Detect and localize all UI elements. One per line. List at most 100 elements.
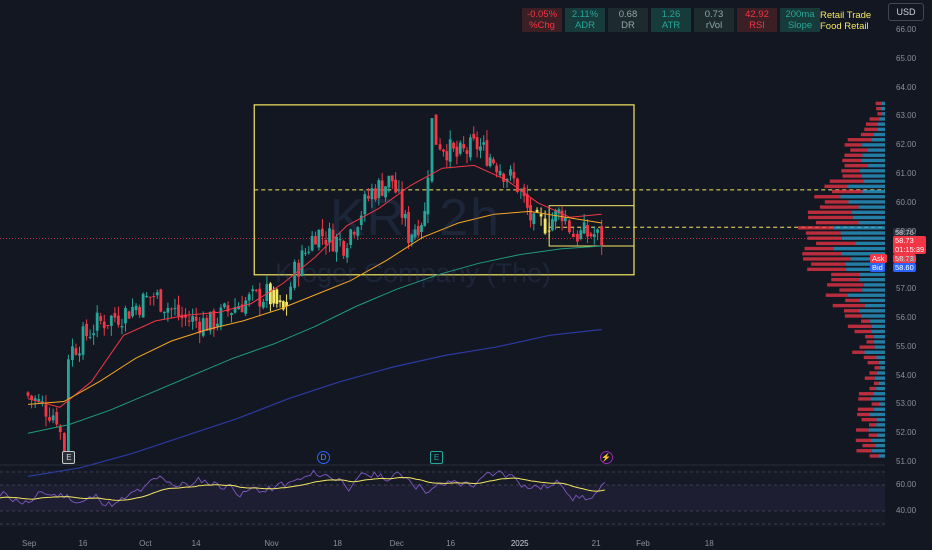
volume-profile-buy <box>874 376 885 380</box>
currency-button[interactable]: USD <box>888 3 924 21</box>
stat-value: -0.05% <box>526 9 558 20</box>
candle-body <box>592 234 596 237</box>
volume-profile-sell <box>852 350 865 354</box>
candle-body <box>532 213 536 225</box>
stat-label: %Chg <box>529 20 555 31</box>
candle-body <box>148 296 152 298</box>
volume-profile-buy <box>858 220 885 225</box>
volume-profile-sell <box>865 122 878 126</box>
volume-profile-buy <box>874 345 885 349</box>
candle-body <box>152 295 156 297</box>
volume-profile-sell <box>839 288 863 292</box>
candle-body <box>516 178 519 193</box>
time-tick-label: Sep <box>22 539 37 548</box>
candle-body <box>51 415 55 421</box>
volume-profile-buy <box>859 169 885 173</box>
candle-body <box>324 239 328 245</box>
stat-label: RSI <box>749 20 765 31</box>
price-tick-label: 66.00 <box>896 25 917 34</box>
volume-profile-sell <box>868 433 877 437</box>
time-tick-label: 18 <box>333 539 342 548</box>
candle-body <box>543 218 547 234</box>
time-tick-label: Oct <box>139 539 152 548</box>
stat-label: ATR <box>661 20 681 31</box>
candle-body <box>212 310 216 330</box>
volume-profile-sell <box>869 386 877 391</box>
candle-body <box>498 171 502 176</box>
volume-profile-sell <box>869 117 880 121</box>
volume-profile-sell <box>843 309 860 313</box>
candle-body <box>159 289 163 312</box>
volume-profile-buy <box>851 210 885 214</box>
volume-profile-buy <box>871 324 885 329</box>
price-tick-label: 55.00 <box>896 341 917 351</box>
stat-rsi: 42.92 RSI <box>737 8 777 32</box>
candle-body <box>485 140 489 166</box>
stats-panel: -0.05% %Chg 2.11% ADR 0.68 DR 1.26 ATR 0.73 rVol 4… <box>522 8 820 32</box>
event-marker-earnings[interactable]: E <box>62 451 76 464</box>
time-tick-label: 14 <box>191 539 201 548</box>
candle-body <box>567 220 571 233</box>
candle-body <box>261 301 265 308</box>
volume-profile-buy <box>840 231 885 235</box>
candle-body <box>492 159 495 164</box>
price-tick-label: 64.00 <box>896 82 917 92</box>
candle-body <box>529 205 532 221</box>
rsi-band <box>0 485 885 511</box>
candle-body <box>85 323 88 337</box>
volume-profile-sell <box>807 210 852 214</box>
candle-body <box>138 306 142 315</box>
volume-profile-buy <box>864 303 885 308</box>
candle-body <box>310 236 314 251</box>
candle-body <box>113 313 117 318</box>
price-tick-label: 61.00 <box>896 169 917 178</box>
sector-name: Retail Trade <box>820 10 872 21</box>
volume-profile-buy <box>859 277 885 282</box>
volume-profile-buy <box>847 184 885 189</box>
stat-atr: 1.26 ATR <box>651 8 691 32</box>
volume-profile-buy <box>877 127 885 132</box>
volume-profile-buy <box>861 158 885 163</box>
volume-profile-sell <box>875 101 882 106</box>
volume-profile-buy <box>862 143 885 147</box>
volume-profile-buy <box>881 101 885 106</box>
candle-body <box>71 346 74 361</box>
stat-value: 0.73 <box>704 9 724 20</box>
volume-profile-buy <box>880 106 885 111</box>
candle-body <box>596 229 600 233</box>
volume-profile-buy <box>859 309 885 313</box>
candle-body <box>251 289 255 292</box>
volume-profile-sell <box>814 195 841 199</box>
event-marker-earnings[interactable]: E <box>430 451 444 464</box>
volume-profile-sell <box>871 402 880 406</box>
candle-body <box>177 304 180 317</box>
volume-profile-buy <box>871 438 885 443</box>
ask-label: Ask <box>870 254 887 263</box>
volume-profile-buy <box>841 236 885 240</box>
candle-body <box>187 320 191 322</box>
volume-profile-sell <box>856 449 872 453</box>
candle-body <box>576 233 579 242</box>
volume-profile-buy <box>876 433 885 437</box>
candle-body <box>78 353 81 356</box>
stat-value: 42.92 <box>745 9 769 20</box>
volume-profile-buy <box>864 350 885 354</box>
time-tick-label: 16 <box>78 539 88 548</box>
volume-profile-buy <box>874 407 885 411</box>
volume-profile-buy <box>871 329 885 334</box>
candle-body <box>390 175 394 182</box>
chart-stage[interactable]: KR, 2h Kroger Company (The) -0.05% %Chg 2.… <box>0 0 932 550</box>
volume-profile-sell <box>803 257 851 261</box>
volume-profile-buy <box>882 112 885 116</box>
volume-profile-sell <box>869 371 877 375</box>
ma-line-3 <box>27 328 602 477</box>
event-marker-dividend[interactable]: D <box>316 451 330 464</box>
candle-body <box>166 308 170 313</box>
candle-body <box>387 175 391 188</box>
volume-profile-sell <box>862 443 876 448</box>
event-marker-split-news[interactable]: ⚡ <box>599 451 613 464</box>
candle-body <box>48 417 51 421</box>
candle-body <box>445 151 449 161</box>
candle-body <box>586 225 589 237</box>
volume-profile-buy <box>833 226 885 230</box>
